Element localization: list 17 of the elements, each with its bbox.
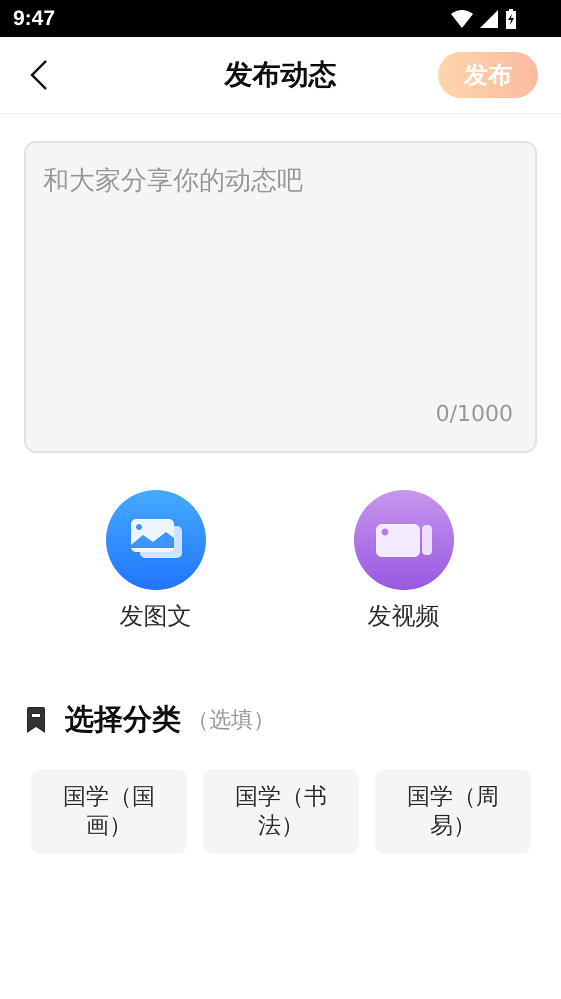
status-time: 9:47 [13,6,56,30]
section-title: 选择分类 [65,701,181,738]
image-button-icon[interactable] [106,490,206,590]
action-label: 发图文 [120,601,192,632]
category-chip[interactable]: 国学（书法） [203,769,359,854]
category-chip[interactable]: 国学（国画） [31,769,187,854]
section-hint: （选填） [187,707,275,735]
character-counter: 0/1000 [436,402,513,427]
action-label: 发视频 [368,601,440,632]
back-icon[interactable] [30,60,48,90]
battery-icon [505,8,517,28]
category-chip[interactable]: 国学（周易） [375,769,531,854]
video-camera-button-icon[interactable] [354,490,454,590]
wifi-icon [451,10,473,28]
bookmark-icon [25,707,47,733]
signal-icon [480,10,498,28]
page-title: 发布动态 [224,57,336,93]
